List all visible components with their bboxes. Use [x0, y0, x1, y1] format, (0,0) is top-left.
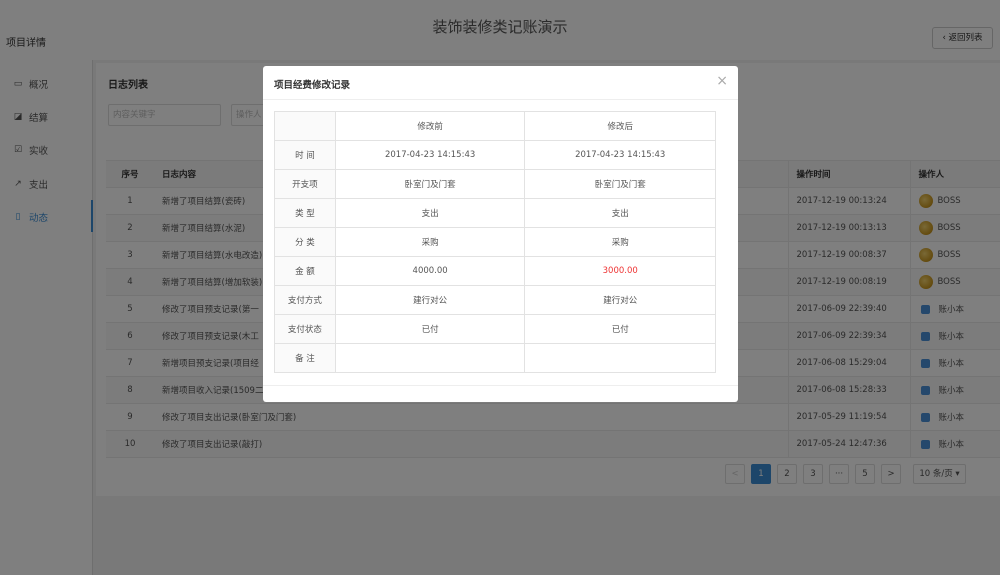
comparison-row: 金 额 4000.00 3000.00 — [274, 256, 716, 286]
field-label: 分 类 — [274, 227, 336, 257]
value-after: 支出 — [524, 198, 716, 228]
comparison-row: 开支项 卧室门及门套 卧室门及门套 — [274, 169, 716, 199]
value-before: 已付 — [334, 314, 526, 344]
field-label: 备 注 — [274, 343, 336, 373]
field-label: 支付状态 — [274, 314, 336, 344]
comparison-corner-cell — [274, 111, 336, 141]
value-after: 卧室门及门套 — [524, 169, 716, 199]
modal-footer-divider — [263, 385, 738, 386]
change-record-modal: 项目经费修改记录 × 修改前 修改后 时 间 2017-04-23 14:15:4… — [263, 66, 738, 402]
comparison-row: 类 型支出 支出 — [274, 198, 716, 228]
field-label: 时 间 — [274, 140, 336, 170]
before-header: 修改前 — [334, 111, 526, 141]
value-after: 3000.00 — [524, 256, 716, 286]
comparison-table: 修改前 修改后 时 间 2017-04-23 14:15:43 2017-04-23… — [274, 111, 716, 373]
field-label: 支付方式 — [274, 285, 336, 315]
field-label: 类 型 — [274, 198, 336, 228]
comparison-row: 时 间 2017-04-23 14:15:43 2017-04-23 14:15:4… — [274, 140, 716, 170]
comparison-row: 备 注 — [274, 343, 716, 373]
value-before: 建行对公 — [334, 285, 526, 315]
value-before — [334, 343, 526, 373]
value-after: 已付 — [524, 314, 716, 344]
value-before: 采购 — [334, 227, 526, 257]
value-before: 4000.00 — [334, 256, 526, 286]
value-before: 卧室门及门套 — [334, 169, 526, 199]
after-header: 修改后 — [524, 111, 716, 141]
value-after: 2017-04-23 14:15:43 — [524, 140, 716, 170]
modal-header: 项目经费修改记录 × — [263, 66, 738, 100]
value-after — [524, 343, 716, 373]
value-before: 2017-04-23 14:15:43 — [334, 140, 526, 170]
field-label: 开支项 — [274, 169, 336, 199]
comparison-row: 支付状态 已付 已付 — [274, 314, 716, 344]
comparison-header-row: 修改前 修改后 — [274, 111, 716, 141]
value-after: 建行对公 — [524, 285, 716, 315]
value-after: 采购 — [524, 227, 716, 257]
field-label: 金 额 — [274, 256, 336, 286]
comparison-row: 支付方式 建行对公 建行对公 — [274, 285, 716, 315]
comparison-row: 分 类采购 采购 — [274, 227, 716, 257]
close-icon[interactable]: × — [716, 74, 728, 88]
value-before: 支出 — [334, 198, 526, 228]
modal-title: 项目经费修改记录 — [274, 80, 351, 91]
